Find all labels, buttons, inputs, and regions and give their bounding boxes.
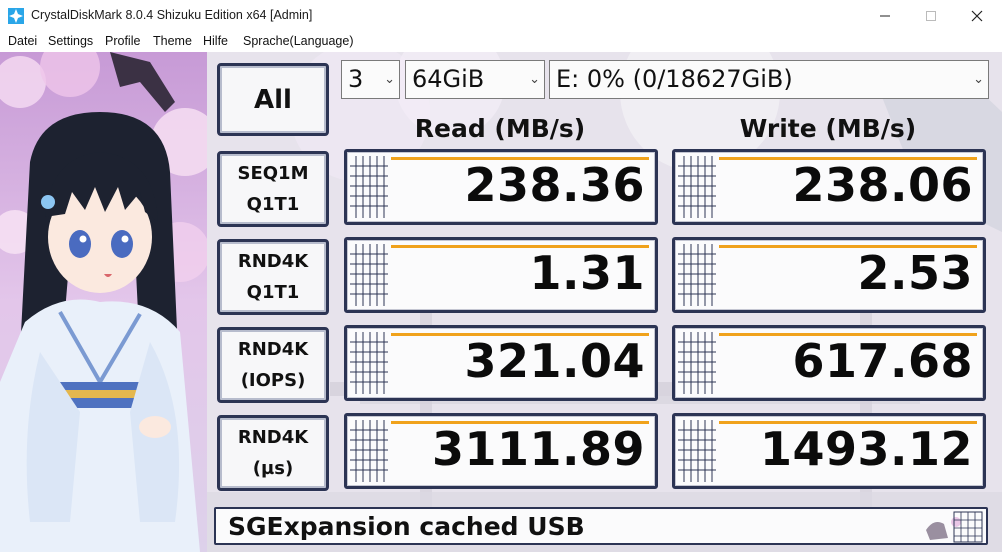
result-meter-icon <box>350 420 388 482</box>
result-meter-icon <box>678 156 716 218</box>
rnd4k-latency-write-result: 1493.12 <box>672 413 986 489</box>
drive-value: E: 0% (0/18627GiB) <box>556 65 793 93</box>
result-meter-icon <box>350 332 388 394</box>
maximize-icon <box>926 11 936 21</box>
comment-text: SGExpansion cached USB <box>228 512 585 541</box>
result-meter-icon <box>350 156 388 218</box>
test-count-select[interactable]: 3 ⌄ <box>341 60 400 99</box>
comment-decoration-icon <box>926 511 983 543</box>
row-label-line2: (IOPS) <box>240 370 306 391</box>
row-label-line2: (µs) <box>252 458 294 479</box>
row-label-line2: Q1T1 <box>246 282 300 303</box>
chevron-down-icon: ⌄ <box>384 72 395 87</box>
title-bar: CrystalDiskMark 8.0.4 Shizuku Edition x6… <box>0 0 1002 32</box>
seq1m-write-result: 238.06 <box>672 149 986 225</box>
seq1m-q1t1-button[interactable]: SEQ1M Q1T1 <box>217 151 329 227</box>
menu-bar: Datei Settings Profile Theme Hilfe Sprac… <box>0 32 1002 53</box>
test-size-value: 64GiB <box>412 65 485 93</box>
result-meter-icon <box>678 244 716 306</box>
result-meter-icon <box>350 244 388 306</box>
row-label-line2: Q1T1 <box>246 194 300 215</box>
rnd4k-q1t1-read-result: 1.31 <box>344 237 658 313</box>
main-panel: All 3 ⌄ 64GiB ⌄ E: 0% (0/18627GiB) ⌄ Rea… <box>0 52 1002 552</box>
rnd4k-q1t1-write-result: 2.53 <box>672 237 986 313</box>
menu-theme[interactable]: Theme <box>153 34 192 48</box>
close-icon <box>971 10 983 22</box>
menu-language[interactable]: Sprache(Language) <box>243 34 354 48</box>
shizuku-character-illustration <box>0 52 207 552</box>
rnd4k-latency-button[interactable]: RND4K (µs) <box>217 415 329 491</box>
minimize-button[interactable] <box>862 0 908 32</box>
row-label-line1: RND4K <box>237 339 309 360</box>
comment-input[interactable]: SGExpansion cached USB <box>214 507 988 545</box>
rnd4k-iops-read-result: 321.04 <box>344 325 658 401</box>
result-value: 2.53 <box>857 246 973 300</box>
rnd4k-iops-write-result: 617.68 <box>672 325 986 401</box>
row-label-line1: SEQ1M <box>237 163 309 184</box>
row-label-line1: RND4K <box>237 251 309 272</box>
maximize-button[interactable] <box>908 0 954 32</box>
minimize-icon <box>880 15 890 17</box>
result-meter-icon <box>678 420 716 482</box>
chevron-down-icon: ⌄ <box>529 72 540 87</box>
result-value: 238.36 <box>464 158 645 212</box>
seq1m-read-result: 238.36 <box>344 149 658 225</box>
rnd4k-iops-button[interactable]: RND4K (IOPS) <box>217 327 329 403</box>
crystaldiskmark-app-icon <box>8 8 24 24</box>
chevron-down-icon: ⌄ <box>973 72 984 87</box>
result-value: 617.68 <box>792 334 973 388</box>
menu-profile[interactable]: Profile <box>105 34 140 48</box>
menu-settings[interactable]: Settings <box>48 34 93 48</box>
close-button[interactable] <box>954 0 1000 32</box>
window-title: CrystalDiskMark 8.0.4 Shizuku Edition x6… <box>31 8 313 22</box>
test-size-select[interactable]: 64GiB ⌄ <box>405 60 545 99</box>
rnd4k-latency-read-result: 3111.89 <box>344 413 658 489</box>
row-label-line1: RND4K <box>237 427 309 448</box>
result-value: 3111.89 <box>431 422 645 476</box>
result-value: 1493.12 <box>759 422 973 476</box>
menu-hilfe[interactable]: Hilfe <box>203 34 228 48</box>
read-column-header: Read (MB/s) <box>414 114 586 143</box>
result-value: 321.04 <box>464 334 645 388</box>
all-button[interactable]: All <box>217 63 329 136</box>
menu-datei[interactable]: Datei <box>8 34 37 48</box>
test-count-value: 3 <box>348 65 364 93</box>
result-meter-icon <box>678 332 716 394</box>
drive-select[interactable]: E: 0% (0/18627GiB) ⌄ <box>549 60 989 99</box>
write-column-header: Write (MB/s) <box>739 114 917 143</box>
rnd4k-q1t1-button[interactable]: RND4K Q1T1 <box>217 239 329 315</box>
result-value: 1.31 <box>529 246 645 300</box>
result-value: 238.06 <box>792 158 973 212</box>
